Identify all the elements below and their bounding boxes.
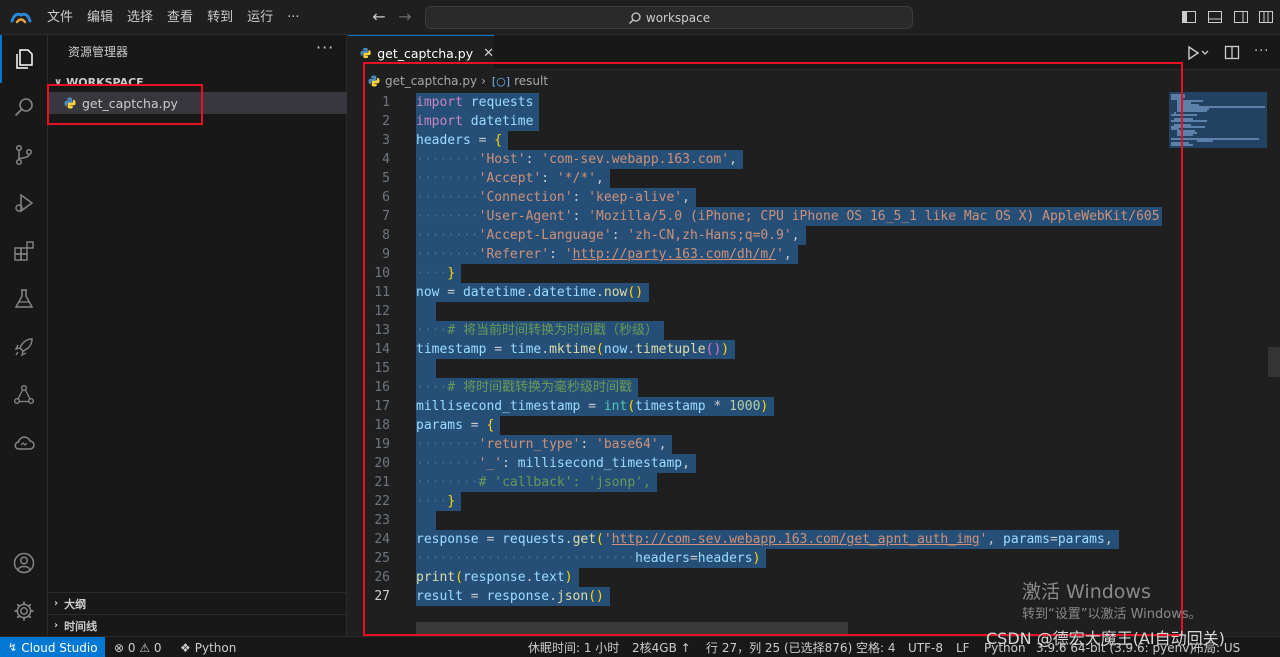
chevron-right-icon: › (54, 598, 59, 609)
menu-go[interactable]: 转到 (200, 0, 240, 35)
timeline-label: 时间线 (64, 619, 98, 633)
back-arrow-icon[interactable]: ← (369, 7, 389, 27)
indentation[interactable]: 空格: 4 (856, 637, 896, 657)
remote-indicator[interactable]: ↯ Cloud Studio (0, 637, 105, 657)
sleep-time[interactable]: 休眠时间: 1 小时 (528, 637, 619, 657)
extensions-icon[interactable] (0, 227, 48, 275)
remote-label: Cloud Studio (21, 640, 98, 655)
tab-label: get_captcha.py (377, 45, 474, 61)
run-python-file-icon[interactable] (1186, 44, 1210, 62)
activate-windows-title: 激活 Windows (1022, 581, 1151, 603)
menu-run[interactable]: 运行 (240, 0, 280, 35)
cloud-studio-logo-icon (10, 12, 32, 24)
outline-section[interactable]: › 大纲 (48, 592, 347, 614)
forward-arrow-icon[interactable]: → (395, 7, 415, 27)
command-center-label: workspace (645, 10, 711, 25)
problems-indicator[interactable]: ⊗ 0 ⚠ 0 (114, 637, 162, 657)
close-icon[interactable]: ✕ (483, 46, 494, 61)
machine-spec[interactable]: 2核4GB ↑ (632, 637, 691, 657)
explorer-icon[interactable] (0, 35, 48, 83)
vertical-scrollbar[interactable] (1268, 347, 1280, 377)
settings-gear-icon[interactable] (0, 587, 48, 635)
chevron-right-icon: › (54, 620, 59, 631)
timeline-section[interactable]: › 时间线 (48, 614, 347, 636)
account-icon[interactable] (0, 539, 48, 587)
command-center-search[interactable]: workspace (425, 6, 913, 29)
split-editor-icon[interactable] (1224, 44, 1240, 62)
explorer-title: 资源管理器 (68, 45, 129, 59)
minimap[interactable] (1169, 92, 1267, 148)
outline-label: 大纲 (64, 597, 87, 611)
python-file-icon (360, 47, 371, 59)
search-icon (628, 11, 641, 24)
editor-more-actions-icon[interactable]: ··· (1254, 44, 1269, 62)
explorer-more-actions-button[interactable]: ··· (316, 38, 334, 57)
rocket-icon[interactable] (0, 323, 48, 371)
cloud-icon[interactable] (0, 419, 48, 467)
menu-bar: 文件 编辑 选择 查看 转到 运行 ··· (40, 0, 307, 35)
source-control-icon[interactable] (0, 131, 48, 179)
title-bar: 文件 编辑 选择 查看 转到 运行 ··· ← → workspace (0, 0, 1280, 35)
end-of-line[interactable]: LF (956, 637, 970, 657)
menu-selection[interactable]: 选择 (120, 0, 160, 35)
activity-bar (0, 35, 48, 636)
highlight-box-file (47, 84, 203, 125)
encoding[interactable]: UTF-8 (908, 637, 943, 657)
toggle-panel-icon[interactable] (1207, 9, 1223, 25)
highlight-box-code (363, 62, 1183, 636)
toggle-secondary-sidebar-icon[interactable] (1233, 9, 1249, 25)
python-indicator[interactable]: ❖ Python (180, 637, 236, 657)
python-indicator-label: Python (194, 640, 237, 655)
menu-file[interactable]: 文件 (40, 0, 80, 35)
menu-edit[interactable]: 编辑 (80, 0, 120, 35)
python-status-icon: ❖ (180, 640, 191, 655)
csdn-watermark: CSDN @德宏大魔王(AI自动回关) (986, 629, 1225, 648)
activate-windows-subtitle: 转到“设置”以激活 Windows。 (1022, 607, 1202, 622)
run-and-debug-icon[interactable] (0, 179, 48, 227)
network-nodes-icon[interactable] (0, 371, 48, 419)
customize-layout-icon[interactable] (1258, 9, 1274, 25)
explorer-sidebar: 资源管理器 ··· ∨ WORKSPACE get_captcha.py › 大… (48, 35, 347, 636)
menu-more[interactable]: ··· (280, 0, 306, 35)
toggle-primary-sidebar-icon[interactable] (1181, 9, 1197, 25)
cursor-position[interactable]: 行 27，列 25 (已选择876) (706, 637, 852, 657)
testing-flask-icon[interactable] (0, 275, 48, 323)
remote-icon: ↯ (8, 641, 18, 654)
search-icon[interactable] (0, 83, 48, 131)
menu-view[interactable]: 查看 (160, 0, 200, 35)
